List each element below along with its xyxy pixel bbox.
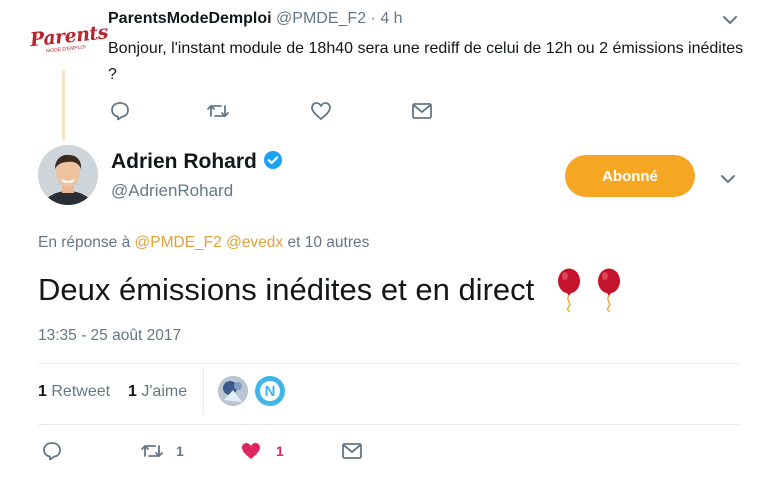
author-handle[interactable]: @PMDE_F2 — [276, 10, 366, 27]
following-button-label: Abonné — [602, 167, 658, 185]
retweet-count: 1 — [176, 443, 184, 459]
liker-avatar-letter-icon: N — [260, 381, 280, 401]
tweet-text: Deux émissions inédites et en direct — [38, 268, 622, 312]
balloon-emoji — [556, 268, 622, 312]
retweet-button[interactable]: 1 — [140, 440, 184, 462]
heart-filled-icon — [240, 440, 262, 462]
retweet-icon[interactable] — [206, 100, 230, 122]
chevron-down-icon[interactable] — [722, 14, 738, 26]
stat-separator — [203, 368, 204, 414]
main-tweet: Adrien Rohard @AdrienRohard Abonné En ré… — [0, 135, 765, 494]
tweet-timestamp[interactable]: 13:35 - 25 août 2017 — [38, 327, 181, 345]
author-handle[interactable]: @AdrienRohard — [111, 181, 233, 201]
like-stat-label: J'aime — [141, 383, 188, 400]
mention-link[interactable]: @evedx — [226, 234, 283, 251]
following-button[interactable]: Abonné — [565, 155, 695, 197]
chevron-down-icon[interactable] — [720, 173, 736, 185]
reply-context: En réponse à @PMDE_F2 @evedx et 10 autre… — [38, 234, 369, 252]
message-icon[interactable] — [341, 441, 363, 461]
like-stat[interactable]: 1 J'aime — [128, 383, 187, 401]
like-stat-count: 1 — [128, 383, 137, 400]
retweet-stat-label: Retweet — [51, 383, 111, 400]
liker-avatar[interactable] — [218, 376, 248, 406]
divider — [38, 424, 739, 425]
retweet-icon — [140, 440, 164, 462]
parent-tweet[interactable]: Parents MODE D'EMPLOI ParentsModeDemploi… — [0, 0, 765, 140]
author-name[interactable]: Adrien Rohard — [111, 150, 257, 173]
message-icon[interactable] — [411, 101, 433, 121]
tweet-text: Bonjour, l'instant module de 18h40 sera … — [108, 40, 744, 83]
like-button[interactable]: 1 — [240, 440, 284, 462]
retweet-stat-count: 1 — [38, 383, 47, 400]
reply-icon[interactable] — [109, 100, 131, 122]
reply-prefix: En réponse à — [38, 234, 131, 251]
liker-avatar[interactable]: N — [255, 376, 285, 406]
avatar[interactable] — [38, 145, 98, 205]
reply-icon[interactable] — [41, 440, 63, 462]
mention-link[interactable]: @PMDE_F2 — [135, 234, 222, 251]
divider — [38, 363, 739, 364]
tweet-time[interactable]: · 4 h — [371, 10, 403, 27]
verified-badge-icon — [263, 150, 283, 170]
tweet-text-body: Deux émissions inédites et en direct — [38, 272, 535, 307]
thread-line — [62, 70, 65, 140]
author-name[interactable]: ParentsModeDemploi — [108, 10, 272, 27]
reply-others-link[interactable]: et 10 autres — [288, 234, 370, 251]
like-count: 1 — [276, 443, 284, 459]
avatar[interactable]: Parents MODE D'EMPLOI — [29, 21, 109, 66]
retweet-stat[interactable]: 1 Retweet — [38, 383, 110, 401]
like-icon[interactable] — [310, 100, 332, 122]
